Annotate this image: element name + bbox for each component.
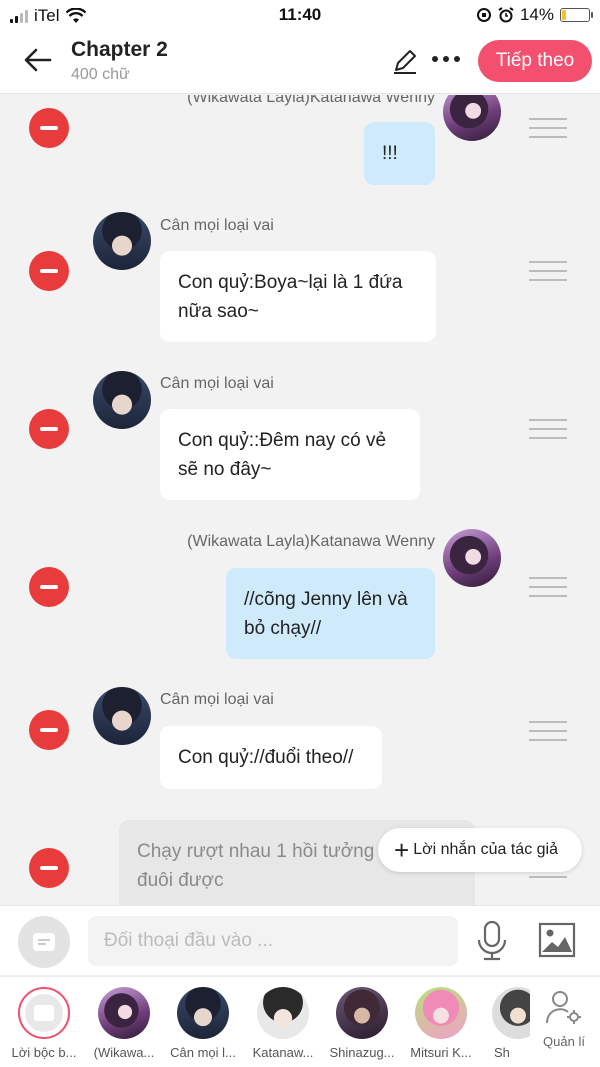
- remove-message-button[interactable]: [29, 409, 69, 449]
- author-note-label: Lời nhắn của tác giả: [413, 841, 558, 858]
- page-title: Chapter 2: [71, 38, 168, 61]
- character-name: Cân mọi loại vai: [160, 217, 274, 234]
- character-label: Cân mọi l...: [170, 1045, 236, 1060]
- avatar: [93, 687, 151, 745]
- image-button[interactable]: [538, 922, 576, 958]
- avatar: [415, 987, 467, 1039]
- alarm-icon: [498, 7, 514, 23]
- message-bubble[interactable]: Con quỷ:Boya~lại là 1 đứa nữa sao~: [160, 251, 436, 342]
- avatar: [93, 371, 151, 429]
- back-button[interactable]: [18, 40, 58, 80]
- pencil-icon: [394, 50, 416, 74]
- character-item[interactable]: (Wikawa...: [86, 987, 162, 1060]
- message-bubble[interactable]: Con quỷ::Đêm nay có vẻ sẽ no đây~: [160, 409, 420, 500]
- remove-message-button[interactable]: [29, 108, 69, 148]
- character-bar: Lời bộc b... (Wikawa... Cân mọi l... Kat…: [0, 976, 600, 1067]
- message-bubble[interactable]: Con quỷ://đuổi theo//: [160, 726, 382, 789]
- dot-icon: [454, 56, 460, 62]
- character-item[interactable]: Katanaw...: [245, 987, 321, 1060]
- user-settings-icon: [545, 991, 581, 1024]
- avatar: [443, 529, 501, 587]
- drag-handle-icon[interactable]: [529, 419, 567, 441]
- manage-characters-button[interactable]: Quản lí: [534, 989, 594, 1049]
- avatar: [443, 95, 501, 141]
- plus-icon: +: [394, 835, 410, 865]
- dot-icon: [443, 56, 449, 62]
- character-narrator[interactable]: Lời bộc b...: [6, 987, 82, 1060]
- drag-handle-icon[interactable]: [529, 721, 567, 743]
- drag-handle-icon[interactable]: [529, 261, 567, 283]
- avatar: [177, 987, 229, 1039]
- remove-message-button[interactable]: [29, 251, 69, 291]
- character-item[interactable]: Mitsuri K...: [403, 987, 479, 1060]
- avatar: [98, 987, 150, 1039]
- dialogue-input[interactable]: [88, 916, 458, 966]
- header: Chapter 2 400 chữ Tiếp theo: [0, 30, 600, 94]
- dot-icon: [432, 56, 438, 62]
- character-label: Katanaw...: [252, 1045, 314, 1060]
- character-label: Sh: [494, 1045, 510, 1060]
- author-note-button[interactable]: + Lời nhắn của tác giả: [378, 828, 582, 872]
- word-count: 400 chữ: [71, 66, 130, 83]
- character-label: Lời bộc b...: [11, 1045, 77, 1060]
- remove-message-button[interactable]: [29, 567, 69, 607]
- character-item[interactable]: Sh: [482, 987, 530, 1060]
- drag-handle-icon[interactable]: [529, 118, 567, 140]
- chat-area[interactable]: (Wikawata Layla)Katanawa Wenny !!! Cân m…: [0, 95, 600, 905]
- character-item[interactable]: Shinazug...: [324, 987, 400, 1060]
- narration-mode-button[interactable]: [18, 916, 70, 968]
- character-label: (Wikawa...: [93, 1045, 155, 1060]
- next-chapter-button[interactable]: Tiếp theo: [478, 40, 592, 82]
- battery-icon: [560, 8, 593, 22]
- character-name: (Wikawata Layla)Katanawa Wenny: [187, 533, 435, 550]
- character-label: Shinazug...: [329, 1045, 395, 1060]
- message-bubble[interactable]: !!!: [364, 122, 435, 185]
- input-bar: [0, 905, 600, 975]
- avatar: [492, 987, 530, 1039]
- more-button[interactable]: [432, 56, 460, 62]
- character-name: Cân mọi loại vai: [160, 375, 274, 392]
- remove-message-button[interactable]: [29, 710, 69, 750]
- document-icon: [33, 933, 55, 951]
- microphone-icon: [477, 920, 507, 961]
- battery-percent: 14%: [519, 5, 554, 24]
- arrow-left-icon: [24, 48, 52, 72]
- manage-label: Quản lí: [543, 1034, 585, 1049]
- drag-handle-icon[interactable]: [529, 577, 567, 599]
- character-item[interactable]: Cân mọi l...: [165, 987, 241, 1060]
- avatar: [257, 987, 309, 1039]
- status-bar: iTel 11:40 14%: [0, 0, 600, 30]
- message-bubble[interactable]: //cõng Jenny lên và bỏ chạy//: [226, 568, 435, 659]
- microphone-button[interactable]: [474, 920, 510, 962]
- character-name: (Wikawata Layla)Katanawa Wenny: [187, 95, 435, 106]
- image-icon: [538, 922, 576, 958]
- orientation-lock-icon: [476, 8, 491, 22]
- character-label: Mitsuri K...: [410, 1045, 472, 1060]
- avatar: [93, 212, 151, 270]
- character-name: Cân mọi loại vai: [160, 691, 274, 708]
- edit-button[interactable]: [390, 46, 420, 76]
- narrator-icon: [18, 987, 70, 1039]
- remove-message-button[interactable]: [29, 848, 69, 888]
- avatar: [336, 987, 388, 1039]
